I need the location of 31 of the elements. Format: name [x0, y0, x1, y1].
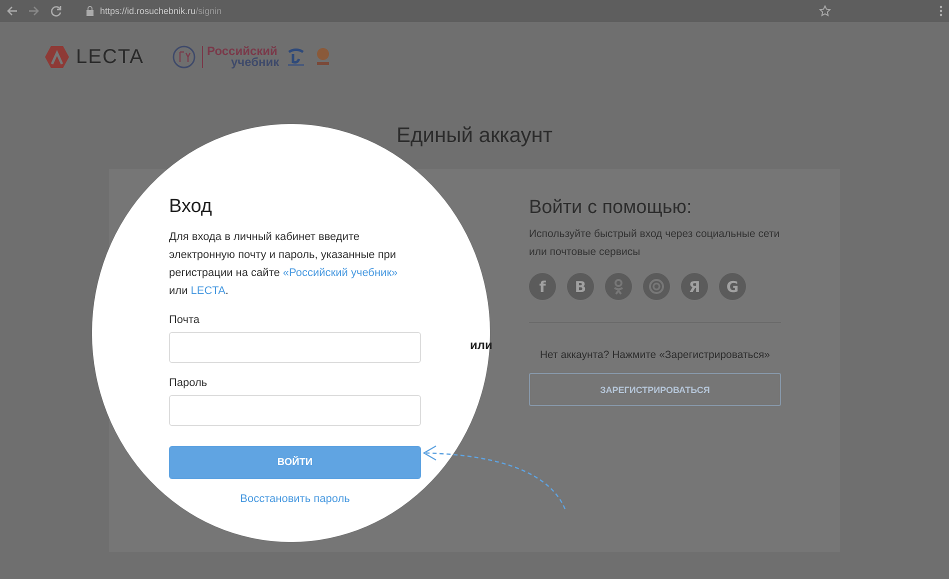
- field-label: Пароль: [169, 377, 208, 389]
- link[interactable]: «Российский учебник»: [282, 267, 398, 279]
- field-label: Почта: [169, 314, 201, 326]
- restore-password-link[interactable]: Восстановить пароль: [240, 493, 350, 505]
- login-button[interactable]: ВОЙТИ: [169, 446, 421, 479]
- social-login-button[interactable]: G: [719, 273, 746, 300]
- social-login-icon[interactable]: [643, 273, 670, 300]
- link[interactable]: LECTA: [190, 285, 226, 297]
- reload-icon[interactable]: [50, 5, 62, 17]
- forward-arrow-icon[interactable]: [28, 5, 40, 17]
- social-login-button[interactable]: Я: [681, 273, 708, 300]
- description-text: Для входа в личный кабинет введите электронную почту и пароль, указанные при регистрации на сайте «Российский учебник» или LECTA.: [169, 230, 399, 299]
- section-title: Войти с помощью:: [529, 197, 693, 219]
- menu-icon[interactable]: [939, 5, 943, 17]
- page-title: Единый аккаунт: [396, 124, 552, 149]
- register-button[interactable]: ЗАРЕГИСТРИРОВАТЬСЯ: [529, 373, 781, 406]
- register-prompt: Нет аккаунта? Нажмите «Зарегистрироваться»: [540, 349, 770, 361]
- social-login-button[interactable]: B: [567, 273, 594, 300]
- back-arrow-icon[interactable]: [6, 5, 18, 17]
- circle-logo-icon: [172, 45, 196, 69]
- url-text: https://id.rosuchebnik.ru/signin: [100, 6, 223, 16]
- social-login-icon[interactable]: [605, 273, 632, 300]
- lock-icon: [86, 6, 94, 16]
- star-icon[interactable]: [819, 5, 831, 17]
- input-field[interactable]: [169, 395, 421, 426]
- social-login-button[interactable]: f: [529, 273, 556, 300]
- description-text: Используйте быстрый вход через социальные сети или почтовые сервисы: [529, 227, 781, 260]
- input-field[interactable]: [169, 332, 421, 363]
- form-title: Вход: [169, 196, 213, 218]
- logo-text: LECTA: [76, 46, 144, 68]
- lecta-logo-icon: [44, 45, 70, 69]
